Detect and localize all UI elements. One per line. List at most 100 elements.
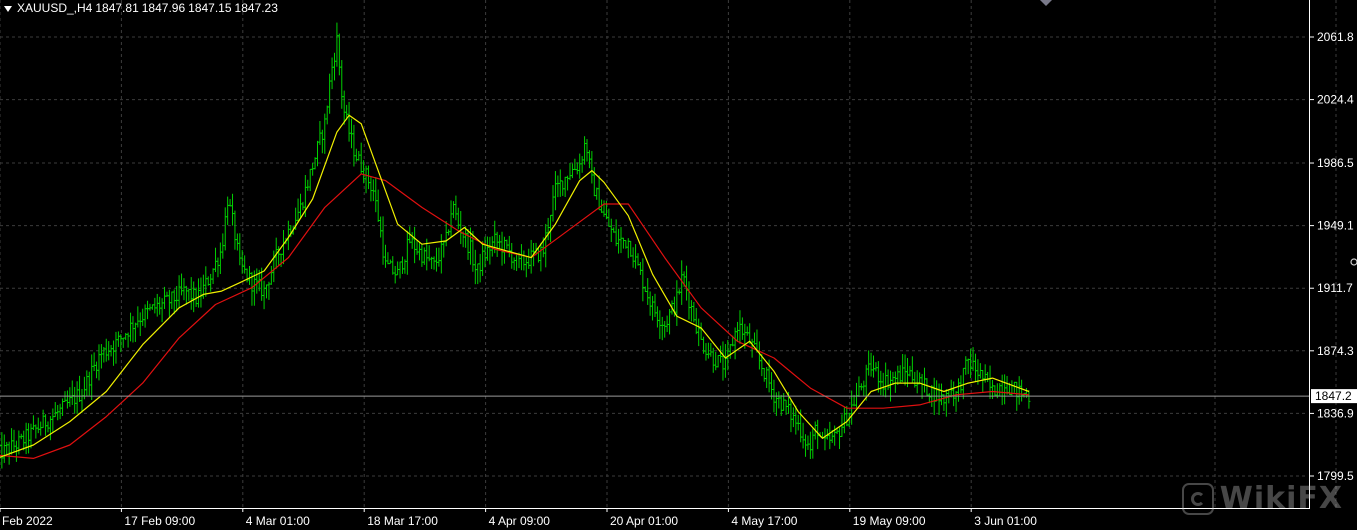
- candle-bar: [527, 248, 531, 269]
- candle-bar: [420, 244, 424, 267]
- current-price-marker: 1847.2: [1311, 389, 1357, 404]
- candle-bar: [148, 303, 152, 311]
- candle-bar: [22, 430, 26, 451]
- symbol-header: XAUUSD_,H4 1847.81 1847.96 1847.15 1847.…: [4, 1, 278, 15]
- candle-bar: [636, 253, 640, 266]
- candle-bar: [243, 255, 247, 274]
- candle-bar: [675, 280, 679, 326]
- candle-bar: [738, 310, 742, 344]
- price-tick-label: 2061.8: [1317, 30, 1354, 44]
- candle-bar: [269, 265, 273, 285]
- candle-bar: [262, 280, 266, 310]
- candle-bar: [167, 289, 171, 317]
- candle-bar: [90, 354, 94, 400]
- moving-averages: [0, 114, 1030, 459]
- price-tick-label: 1874.3: [1317, 344, 1354, 358]
- candle-bar: [993, 385, 997, 396]
- candle-bar: [92, 352, 96, 372]
- candle-bar: [366, 165, 370, 190]
- candle-bar: [44, 414, 48, 436]
- candle-bar: [114, 331, 118, 364]
- candle-bar: [697, 318, 701, 347]
- candle-bar: [578, 153, 582, 179]
- candle-bar: [558, 169, 562, 197]
- candle-bar: [78, 375, 82, 402]
- candle-bar: [12, 429, 16, 452]
- candle-bar: [337, 33, 341, 76]
- candle-bar: [189, 277, 193, 310]
- candle-bar: [981, 369, 985, 392]
- candle-bar: [874, 362, 878, 372]
- candle-bar: [451, 201, 455, 219]
- candle-bar: [1017, 376, 1021, 405]
- candle-bar: [692, 301, 696, 323]
- candle-bar: [415, 240, 419, 255]
- time-tick-label: 20 Apr 01:00: [610, 514, 678, 528]
- candle-bar: [376, 189, 380, 222]
- candle-bar: [104, 338, 108, 362]
- close-price: 1847.23: [234, 1, 278, 15]
- candle-bar: [893, 371, 897, 393]
- price-tick-label: 1836.9: [1317, 406, 1354, 420]
- candle-bar: [935, 380, 939, 402]
- candle-bar: [31, 415, 35, 430]
- candle-bar: [687, 281, 691, 320]
- candle-series: [0, 22, 1031, 469]
- candle-bar: [75, 381, 79, 414]
- grid: [0, 0, 1337, 508]
- candle-bar: [699, 322, 703, 340]
- candle-bar: [143, 304, 147, 328]
- candle-bar: [964, 356, 968, 375]
- candle-bar: [748, 323, 752, 344]
- candle-bar: [745, 326, 749, 336]
- candle-bar: [801, 422, 805, 449]
- candle-bar: [2, 434, 6, 463]
- candle-bar: [973, 353, 977, 382]
- candle-bar: [476, 263, 480, 285]
- candle-bar: [959, 375, 963, 394]
- candle-bar: [585, 139, 589, 162]
- low-price: 1847.15: [188, 1, 232, 15]
- candle-bar: [175, 285, 179, 312]
- candle-bar: [609, 218, 613, 243]
- candle-bar: [566, 175, 570, 191]
- time-tick-label: 17 Feb 09:00: [124, 514, 195, 528]
- candle-bar: [359, 142, 363, 175]
- candle-bar: [325, 105, 329, 125]
- high-price: 1847.96: [141, 1, 186, 15]
- candle-bar: [301, 201, 305, 211]
- candle-bar: [153, 297, 157, 314]
- candle-bar: [998, 383, 1002, 397]
- candle-bar: [823, 428, 827, 451]
- candle-bar: [546, 217, 550, 241]
- candle-bar: [53, 402, 57, 418]
- candle-bar: [920, 373, 924, 399]
- symbol-name: XAUUSD_,H4: [17, 1, 93, 15]
- chart-shift-marker-icon: [1040, 0, 1052, 6]
- candle-bar: [597, 175, 601, 211]
- candle-bar: [447, 229, 451, 236]
- candle-bar: [723, 344, 727, 378]
- candle-bar: [209, 273, 213, 292]
- candle-bar: [265, 284, 269, 299]
- candle-bar: [235, 233, 239, 251]
- candle-bar: [112, 340, 116, 366]
- candle-bar: [889, 370, 893, 402]
- candle-bar: [845, 405, 849, 427]
- candle-bar: [141, 308, 145, 326]
- candle-bar: [709, 343, 713, 357]
- candle-bar: [646, 278, 650, 305]
- candle-bar: [590, 151, 594, 184]
- candle-bar: [563, 176, 567, 198]
- chart-window: 2061.8 2024.4 1986.5 1949.1 1911.7 1874.3 1836…: [0, 0, 1357, 530]
- time-tick-label: 19 May 09:00: [853, 514, 926, 528]
- candle-bar: [791, 407, 795, 428]
- wikifx-logo-icon: [1181, 482, 1214, 515]
- candle-bar: [653, 293, 657, 317]
- candle-bar: [146, 300, 150, 320]
- candle-bar: [685, 265, 689, 301]
- candle-bar: [231, 193, 235, 226]
- dropdown-triangle-icon[interactable]: [4, 5, 12, 12]
- candle-bar: [522, 250, 526, 271]
- candle-bar: [660, 316, 664, 341]
